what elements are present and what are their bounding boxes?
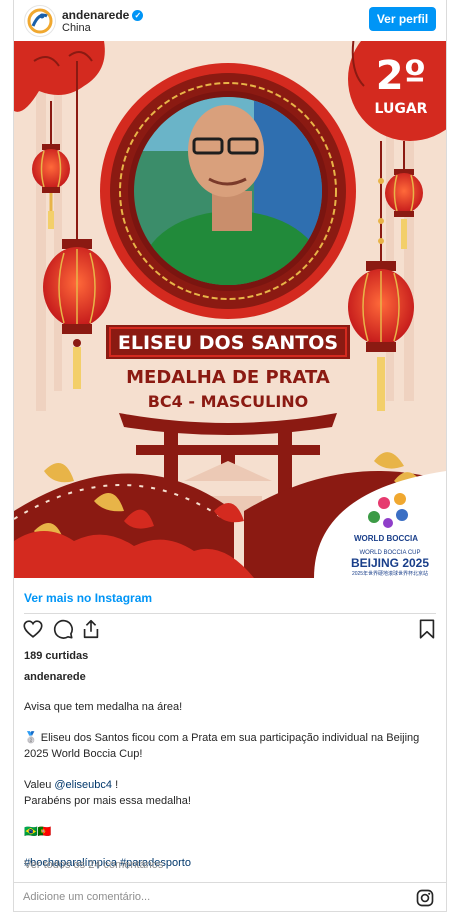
share-icon[interactable] xyxy=(80,618,102,640)
divider xyxy=(24,613,436,614)
medal-text: MEDALHA DE PRATA xyxy=(126,367,330,388)
medal-emoji: 🥈 xyxy=(24,732,38,744)
place-label: LUGAR xyxy=(375,101,428,117)
event-chinese: 2025年世界硬地滚球世界杯北京站 xyxy=(352,570,428,577)
comment-icon[interactable] xyxy=(52,618,74,640)
username-text[interactable]: andenarede xyxy=(62,8,129,22)
post-header: andenarede ✓ China Ver perfil xyxy=(14,0,446,41)
caption-paragraph-2: 🥈 Eliseu dos Santos ficou com a Prata em… xyxy=(24,730,434,762)
avatar-logo-icon xyxy=(27,8,53,34)
action-bar xyxy=(14,618,446,644)
medal-poster: 2º LUGAR ELISEU DOS SANTOS MEDALHA DE PR… xyxy=(14,41,446,578)
profile-avatar[interactable] xyxy=(24,5,56,37)
view-comments-link[interactable]: Ver todos os 24 comentários xyxy=(24,859,163,871)
instagram-embed-card: andenarede ✓ China Ver perfil 2º LUGAR E… xyxy=(13,0,447,912)
instagram-icon[interactable] xyxy=(416,889,434,907)
post-image[interactable]: 2º LUGAR ELISEU DOS SANTOS MEDALHA DE PR… xyxy=(14,41,446,578)
likes-count[interactable]: 189 curtidas xyxy=(24,650,88,662)
category-text: BC4 - MASCULINO xyxy=(148,392,309,411)
comment-input[interactable] xyxy=(23,891,323,903)
flags-emoji: 🇧🇷🇵🇹 xyxy=(24,826,52,838)
view-more-link[interactable]: Ver mais no Instagram xyxy=(24,591,152,605)
add-comment-bar xyxy=(14,882,446,913)
place-number: 2º xyxy=(376,53,426,99)
mention-link[interactable]: @eliseubc4 xyxy=(54,779,112,791)
bookmark-icon[interactable] xyxy=(417,618,437,640)
heart-icon[interactable] xyxy=(22,618,44,640)
location-link[interactable]: China xyxy=(62,22,91,34)
event-city: BEIJING 2025 xyxy=(351,556,429,570)
caption-line-3-suffix: ! xyxy=(112,779,119,791)
caption-line-4: Parabéns por mais essa medalha! xyxy=(24,795,191,807)
caption-text: Avisa que tem medalha na área! 🥈 Eliseu … xyxy=(24,699,434,886)
caption-paragraph-3: Valeu @eliseubc4 ! Parabéns por mais essa… xyxy=(24,777,434,809)
athlete-name: ELISEU DOS SANTOS xyxy=(118,332,338,354)
view-profile-button[interactable]: Ver perfil xyxy=(369,7,436,31)
caption-line-1: Avisa que tem medalha na área! xyxy=(24,701,183,713)
caption-line-2: Eliseu dos Santos ficou com a Prata em s… xyxy=(24,732,420,760)
verified-badge-icon: ✓ xyxy=(132,10,144,21)
caption-line-3-prefix: Valeu xyxy=(24,779,55,791)
username-link[interactable]: andenarede ✓ xyxy=(62,8,144,22)
caption-username[interactable]: andenarede xyxy=(24,671,86,683)
logo-name: WORLD BOCCIA xyxy=(354,534,418,543)
